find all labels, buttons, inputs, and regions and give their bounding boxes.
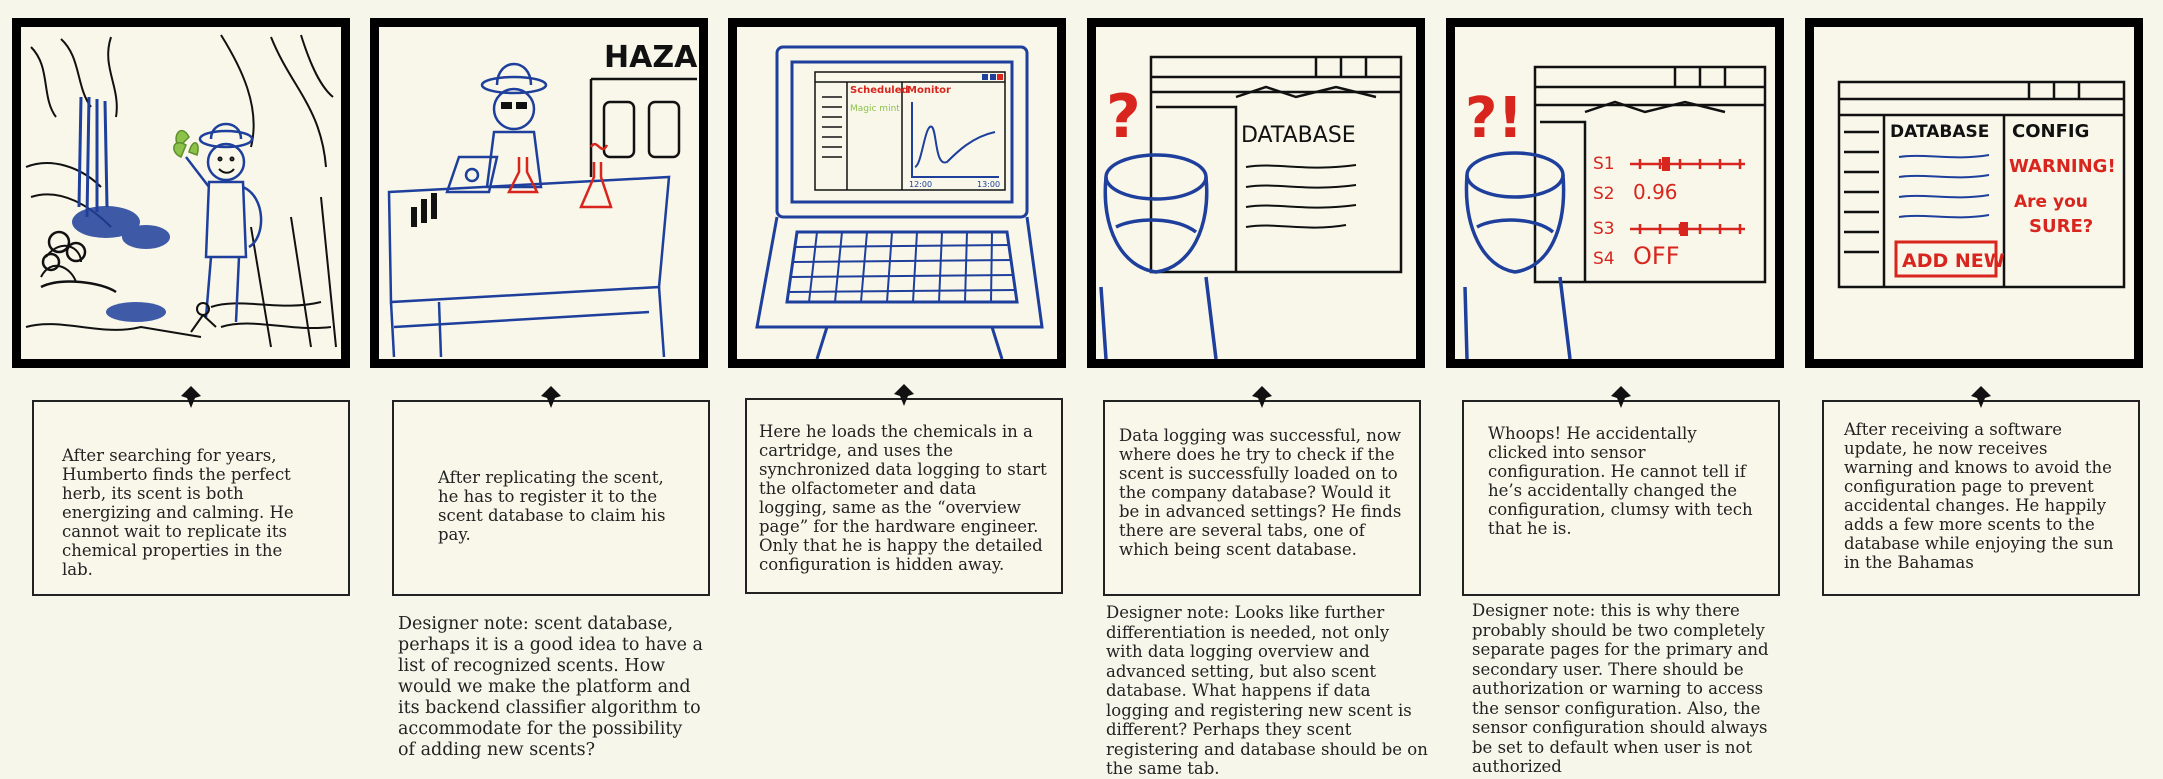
are-you-label: Are you [2014, 192, 2088, 212]
pushpin-icon [1611, 386, 1631, 408]
sensor-s3-label: S3 [1593, 219, 1615, 239]
scheduled-tab-label: Scheduled [850, 85, 909, 96]
sensor-s4-value: OFF [1633, 242, 1680, 270]
sensor-config-illustration: ?! S1 S2 0.96 S3 S4 OFF [1463, 65, 1767, 359]
story-panel-4: DATABASE ? [1087, 18, 1425, 368]
caption-text: After receiving a software update, he no… [1844, 420, 2114, 572]
warning-label: WARNING! [2009, 156, 2116, 177]
caption-text: Data logging was successful, now where d… [1119, 426, 1402, 559]
caption-text: After searching for years, Humberto find… [62, 446, 294, 579]
database-screen-illustration: DATABASE ? [1099, 55, 1403, 359]
designer-note-panel-5: Designer note: this is why there probabl… [1472, 601, 1769, 776]
caption-card-1: After searching for years, Humberto find… [32, 386, 350, 596]
warning-screen-illustration: DATABASE CONFIG ADD NEW WARNING! Are you… [1837, 80, 2126, 289]
caption-card-2: After replicating the scent, he has to r… [392, 386, 710, 596]
pushpin-icon [541, 386, 561, 408]
pushpin-icon [181, 386, 201, 408]
pushpin-icon [1971, 386, 1991, 408]
caption-text: Here he loads the chemicals in a cartrid… [759, 422, 1047, 574]
caption-card-6: After receiving a software update, he no… [1822, 386, 2140, 596]
sure-label: SURE? [2029, 216, 2093, 237]
magic-mint-list-item: Magic mint [850, 104, 900, 114]
story-panel-3: Scheduled Monitor Magic mint 12:00 13:00 [728, 18, 1066, 368]
database-tab-title: DATABASE [1890, 122, 1989, 142]
pushpin-icon [1252, 386, 1272, 408]
lab-scene-illustration: HAZARD [387, 40, 699, 358]
story-panel-2: HAZARD [370, 18, 708, 368]
question-mark: ? [1106, 82, 1141, 152]
caption-card-4: Data logging was successful, now where d… [1103, 386, 1421, 596]
pushpin-icon [894, 384, 914, 406]
sensor-s2-value: 0.96 [1633, 180, 1678, 204]
chart-time-start: 12:00 [909, 180, 932, 189]
monitor-tab-label: Monitor [907, 85, 951, 96]
hazard-sign: HAZARD [604, 40, 699, 75]
database-title: DATABASE [1241, 123, 1356, 148]
caption-card-5: Whoops! He accidentally clicked into sen… [1462, 386, 1780, 596]
designer-note-panel-2: Designer note: scent database, perhaps i… [398, 614, 703, 760]
laptop-monitor-illustration: Scheduled Monitor Magic mint 12:00 13:00 [755, 45, 1044, 359]
chart-time-end: 13:00 [977, 180, 1000, 189]
story-panel-5: ?! S1 S2 0.96 S3 S4 OFF [1446, 18, 1784, 368]
story-panel-1 [12, 18, 350, 368]
caption-text: Whoops! He accidentally clicked into sen… [1488, 424, 1753, 538]
forest-scene-illustration [25, 34, 337, 348]
sensor-s1-label: S1 [1593, 154, 1615, 174]
surprise-marks: ?! [1465, 86, 1523, 151]
caption-text: After replicating the scent, he has to r… [438, 468, 666, 544]
sensor-s4-label: S4 [1593, 249, 1615, 269]
config-tab-title: CONFIG [2012, 121, 2089, 142]
add-new-label: ADD NEW [1902, 250, 2005, 272]
caption-card-3: Here he loads the chemicals in a cartrid… [745, 384, 1063, 594]
designer-note-panel-4: Designer note: Looks like further differ… [1106, 603, 1428, 778]
sensor-s2-label: S2 [1593, 184, 1615, 204]
story-panel-6: DATABASE CONFIG ADD NEW WARNING! Are you… [1805, 18, 2143, 368]
